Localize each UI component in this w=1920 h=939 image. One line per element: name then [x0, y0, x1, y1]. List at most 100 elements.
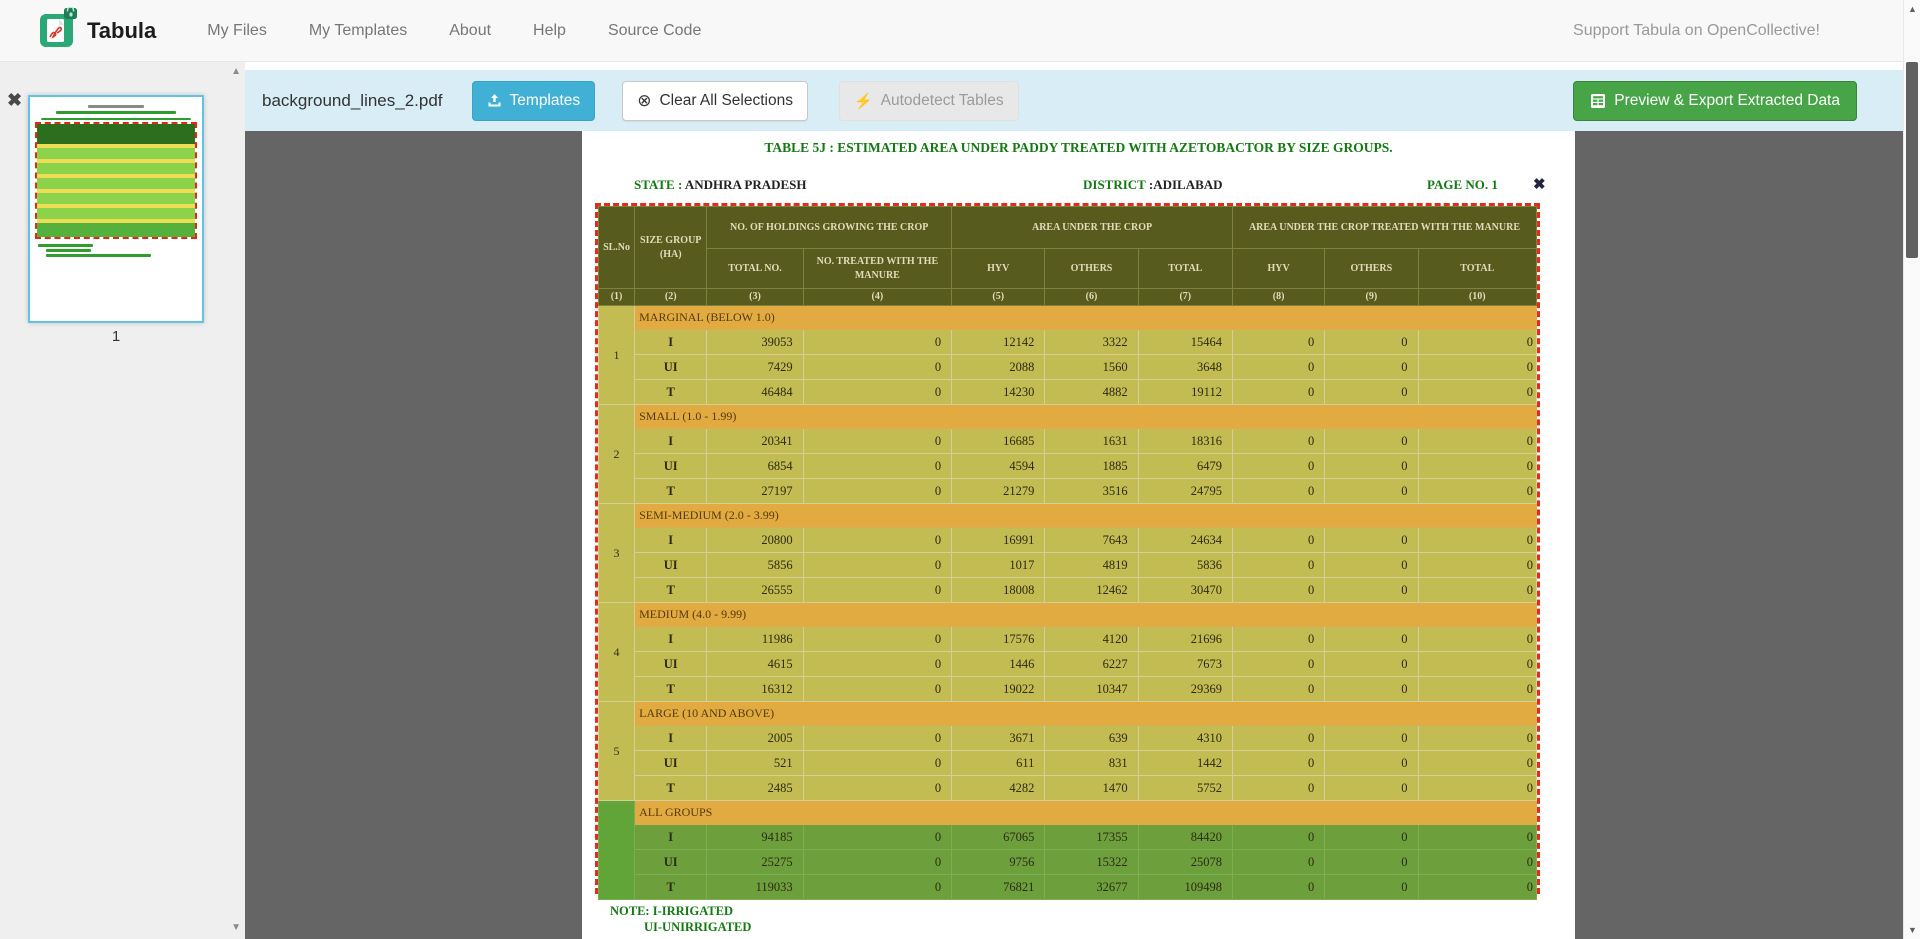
clear-button-label: Clear All Selections [659, 92, 793, 110]
value-cell: 0 [1418, 677, 1536, 702]
value-cell: 15322 [1045, 850, 1138, 875]
pdf-note: NOTE: I-IRRIGATED UI-UNIRRIGATED [610, 903, 751, 935]
value-cell: 0 [803, 627, 951, 652]
row-type-cell: T [635, 875, 707, 900]
col-number: (1) [599, 289, 635, 306]
value-cell: 0 [1418, 652, 1536, 677]
size-group-band: LARGE (10 AND ABOVE) [635, 702, 1537, 726]
size-group-band: MEDIUM (4.0 - 9.99) [635, 603, 1537, 627]
col-header-holdings: NO. OF HOLDINGS GROWING THE CROP [707, 207, 952, 249]
value-cell: 25275 [707, 850, 803, 875]
value-cell: 1560 [1045, 355, 1138, 380]
value-cell: 21279 [952, 479, 1045, 504]
table-row: UI58560101748195836000 [599, 553, 1537, 578]
row-type-cell: I [635, 726, 707, 751]
support-link[interactable]: Support Tabula on OpenCollective! [1573, 22, 1820, 40]
toolbar: background_lines_2.pdf Templates ⊗ Clear… [245, 70, 1903, 131]
value-cell: 7643 [1045, 528, 1138, 553]
value-cell: 3648 [1138, 355, 1232, 380]
value-cell: 1631 [1045, 429, 1138, 454]
value-cell: 0 [1232, 627, 1324, 652]
value-cell: 0 [1232, 652, 1324, 677]
value-cell: 0 [1232, 528, 1324, 553]
brand-link[interactable]: Tabula [40, 7, 156, 54]
window-scrollbar[interactable]: ▲ ▼ [1903, 0, 1920, 939]
table-row: UI68540459418856479000 [599, 454, 1537, 479]
nav-help[interactable]: Help [512, 22, 587, 40]
templates-button[interactable]: Templates [472, 81, 596, 121]
col-header-no-treated: NO. TREATED WITH THE MANURE [803, 249, 951, 289]
value-cell: 0 [803, 553, 951, 578]
table-row: UI74290208815603648000 [599, 355, 1537, 380]
col-header-total-no: TOTAL NO. [707, 249, 803, 289]
preview-export-button[interactable]: Preview & Export Extracted Data [1573, 81, 1857, 121]
value-cell: 0 [803, 726, 951, 751]
value-cell: 831 [1045, 751, 1138, 776]
nav-about[interactable]: About [428, 22, 512, 40]
value-cell: 10347 [1045, 677, 1138, 702]
selection-close-icon[interactable]: ✖ [1533, 175, 1546, 194]
value-cell: 15464 [1138, 330, 1232, 355]
value-cell: 0 [1418, 726, 1536, 751]
clear-all-selections-button[interactable]: ⊗ Clear All Selections [622, 81, 808, 121]
scroll-up-icon[interactable]: ▲ [1904, 4, 1920, 14]
autodetect-button-label: Autodetect Tables [881, 92, 1004, 110]
value-cell: 6479 [1138, 454, 1232, 479]
size-group-band: SEMI-MEDIUM (2.0 - 3.99) [635, 504, 1537, 528]
value-cell: 5856 [707, 553, 803, 578]
table-body: 1MARGINAL (BELOW 1.0)I390530121423322154… [599, 306, 1537, 900]
value-cell: 18316 [1138, 429, 1232, 454]
scrollbar-thumb[interactable] [1906, 62, 1918, 258]
thumbnail-page-number: 1 [28, 328, 204, 345]
value-cell: 0 [1325, 652, 1418, 677]
col-header-size-group: SIZE GROUP (HA) [635, 207, 707, 289]
nav-my-files[interactable]: My Files [186, 22, 288, 40]
sl-no-cell: 2 [599, 405, 635, 504]
value-cell: 0 [1232, 578, 1324, 603]
save-template-icon [487, 93, 502, 108]
value-cell: 94185 [707, 825, 803, 850]
value-cell: 0 [1325, 355, 1418, 380]
table-row: I941850670651735584420000 [599, 825, 1537, 850]
value-cell: 0 [803, 429, 951, 454]
value-cell: 4882 [1045, 380, 1138, 405]
scroll-down-icon[interactable]: ▼ [1904, 925, 1920, 935]
value-cell: 27197 [707, 479, 803, 504]
value-cell: 76821 [952, 875, 1045, 900]
nav-source-code[interactable]: Source Code [587, 22, 722, 40]
templates-button-label: Templates [510, 92, 581, 110]
value-cell: 21696 [1138, 627, 1232, 652]
table-selection-region[interactable]: SL.No SIZE GROUP (HA) NO. OF HOLDINGS GR… [595, 203, 1540, 894]
group-band-row: 2SMALL (1.0 - 1.99) [599, 405, 1537, 429]
sl-no-cell: 3 [599, 504, 635, 603]
row-type-cell: UI [635, 553, 707, 578]
value-cell: 109498 [1138, 875, 1232, 900]
row-type-cell: T [635, 380, 707, 405]
col-header-others2: OTHERS [1325, 249, 1418, 289]
autodetect-tables-button[interactable]: ⚡ Autodetect Tables [839, 81, 1019, 121]
sidebar: ✖ 1 ▲ ▼ [0, 62, 245, 939]
value-cell: 0 [1325, 553, 1418, 578]
value-cell: 19022 [952, 677, 1045, 702]
remove-page-icon[interactable]: ✖ [7, 90, 22, 111]
value-cell: 0 [803, 776, 951, 801]
value-cell: 0 [803, 875, 951, 900]
pdf-page: TABLE 5J : ESTIMATED AREA UNDER PADDY TR… [582, 131, 1575, 939]
document-filename: background_lines_2.pdf [262, 91, 443, 111]
sidebar-scroll-up-icon[interactable]: ▲ [231, 66, 241, 77]
col-number: (7) [1138, 289, 1232, 306]
value-cell: 0 [1325, 677, 1418, 702]
page-thumbnail[interactable] [28, 95, 204, 323]
value-cell: 0 [1418, 330, 1536, 355]
value-cell: 9756 [952, 850, 1045, 875]
col-number: (6) [1045, 289, 1138, 306]
value-cell: 0 [1418, 751, 1536, 776]
value-cell: 0 [1325, 825, 1418, 850]
value-cell: 0 [1232, 553, 1324, 578]
sidebar-scroll-down-icon[interactable]: ▼ [231, 922, 241, 933]
value-cell: 0 [1232, 726, 1324, 751]
nav-my-templates[interactable]: My Templates [288, 22, 428, 40]
value-cell: 0 [1232, 850, 1324, 875]
value-cell: 0 [1418, 578, 1536, 603]
table-grid-icon [1590, 93, 1606, 109]
